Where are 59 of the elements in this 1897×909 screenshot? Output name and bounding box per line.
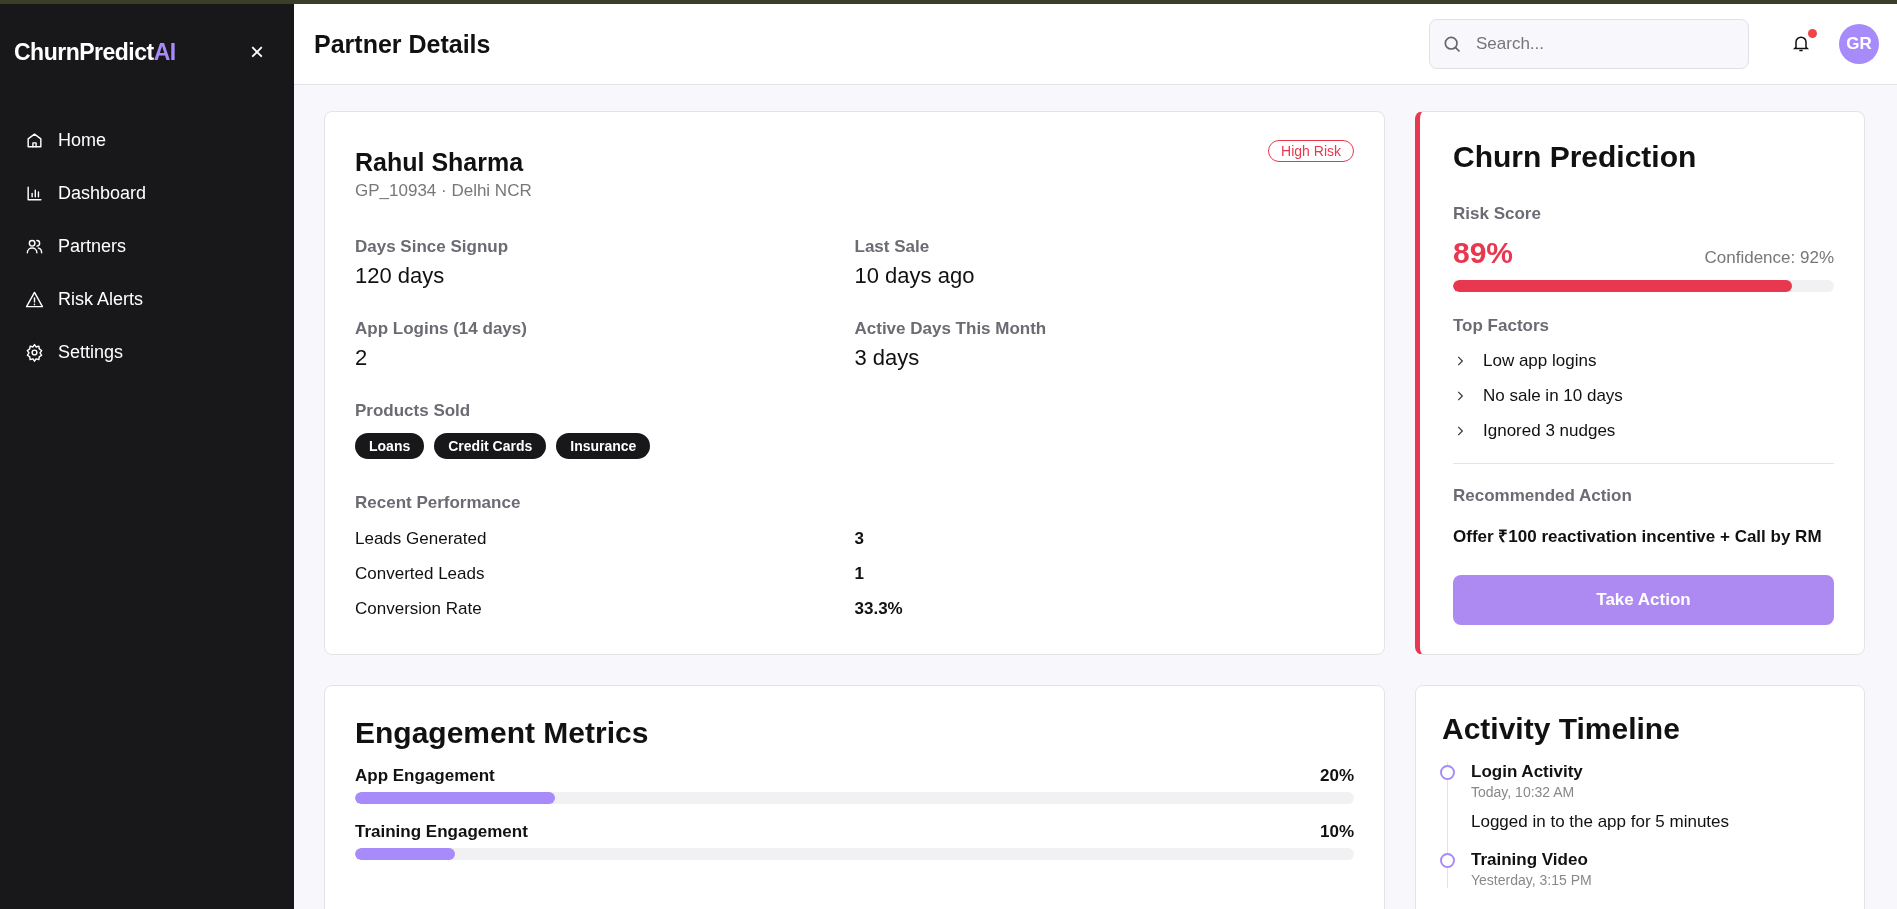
metric-value: 10% [1319,822,1354,842]
home-icon [25,131,44,150]
event-time: Yesterday, 3:15 PM [1471,872,1592,888]
card-title: Churn Prediction [1453,140,1698,174]
section-label: Top Factors [1453,316,1551,336]
metric-label: Converted Leads [355,564,486,585]
metric-label: Leads Generated [355,529,488,550]
sidebar-item[interactable]: Dashboard [25,177,294,210]
product-tag: Loans [355,433,425,459]
metric-value: 3 [854,529,865,550]
factor-text: Low app logins [1483,351,1597,371]
sidebar-item[interactable]: Partners [25,230,294,263]
search-field[interactable]: Search... [1429,19,1749,69]
event-text: Logged in to the app for 5 minutes [1471,812,1729,832]
stat-label: Active Days This Month [854,319,1048,339]
stat-value: 3 days [854,345,921,371]
stat-value: 120 days [355,263,446,289]
factor-text: No sale in 10 days [1483,386,1623,406]
page-title: Partner Details [314,29,492,59]
warning-icon [25,290,44,309]
metric-label: Training Engagement [355,822,528,842]
sidebar-item[interactable]: Home [25,124,294,157]
brand-logo: ChurnPredictAI [14,38,176,66]
bar-chart-icon [25,184,44,203]
partner-meta: GP_10934 · Delhi NCR [355,181,532,201]
search-icon [1442,34,1462,54]
metric-value: 33.3% [854,599,904,620]
section-label: Recent Performance [355,493,522,513]
metric-value: 1 [854,564,865,585]
action-text: Offer ₹100 reactivation incentive + Call by RM [1453,526,1823,547]
close-button[interactable]: × [250,38,264,66]
metric-value: 20% [1319,766,1354,786]
card-title: Engagement Metrics [355,716,650,750]
metric-label: App Engagement [355,766,495,786]
stat-label: Last Sale [854,237,931,257]
stat-value: 10 days ago [854,263,976,289]
partner-name: Rahul Sharma [355,148,525,177]
sidebar-item[interactable]: Risk Alerts [25,283,294,316]
settings-icon [25,343,44,362]
event-time: Today, 10:32 AM [1471,784,1576,800]
section-label: Recommended Action [1453,486,1633,506]
confidence-text: Confidence: 92% [1704,248,1834,268]
stat-value: 2 [355,345,369,371]
risk-score: 89% [1453,236,1514,270]
card-title: Activity Timeline [1442,712,1681,746]
event-title: Training Video [1471,850,1589,870]
timeline-marker [1440,765,1455,780]
metric-label: Conversion Rate [355,599,483,620]
event-title: Login Activity [1471,762,1584,782]
timeline-marker [1440,853,1455,868]
factor-text: Ignored 3 nudges [1483,421,1616,441]
section-label: Products Sold [355,401,472,421]
product-tag: Insurance [556,433,651,459]
section-label: Risk Score [1453,204,1542,224]
stat-label: Days Since Signup [355,237,510,257]
users-icon [25,237,44,256]
sidebar-item[interactable]: Settings [25,336,294,369]
stat-label: App Logins (14 days) [355,319,528,339]
product-tag: Credit Cards [434,433,547,459]
